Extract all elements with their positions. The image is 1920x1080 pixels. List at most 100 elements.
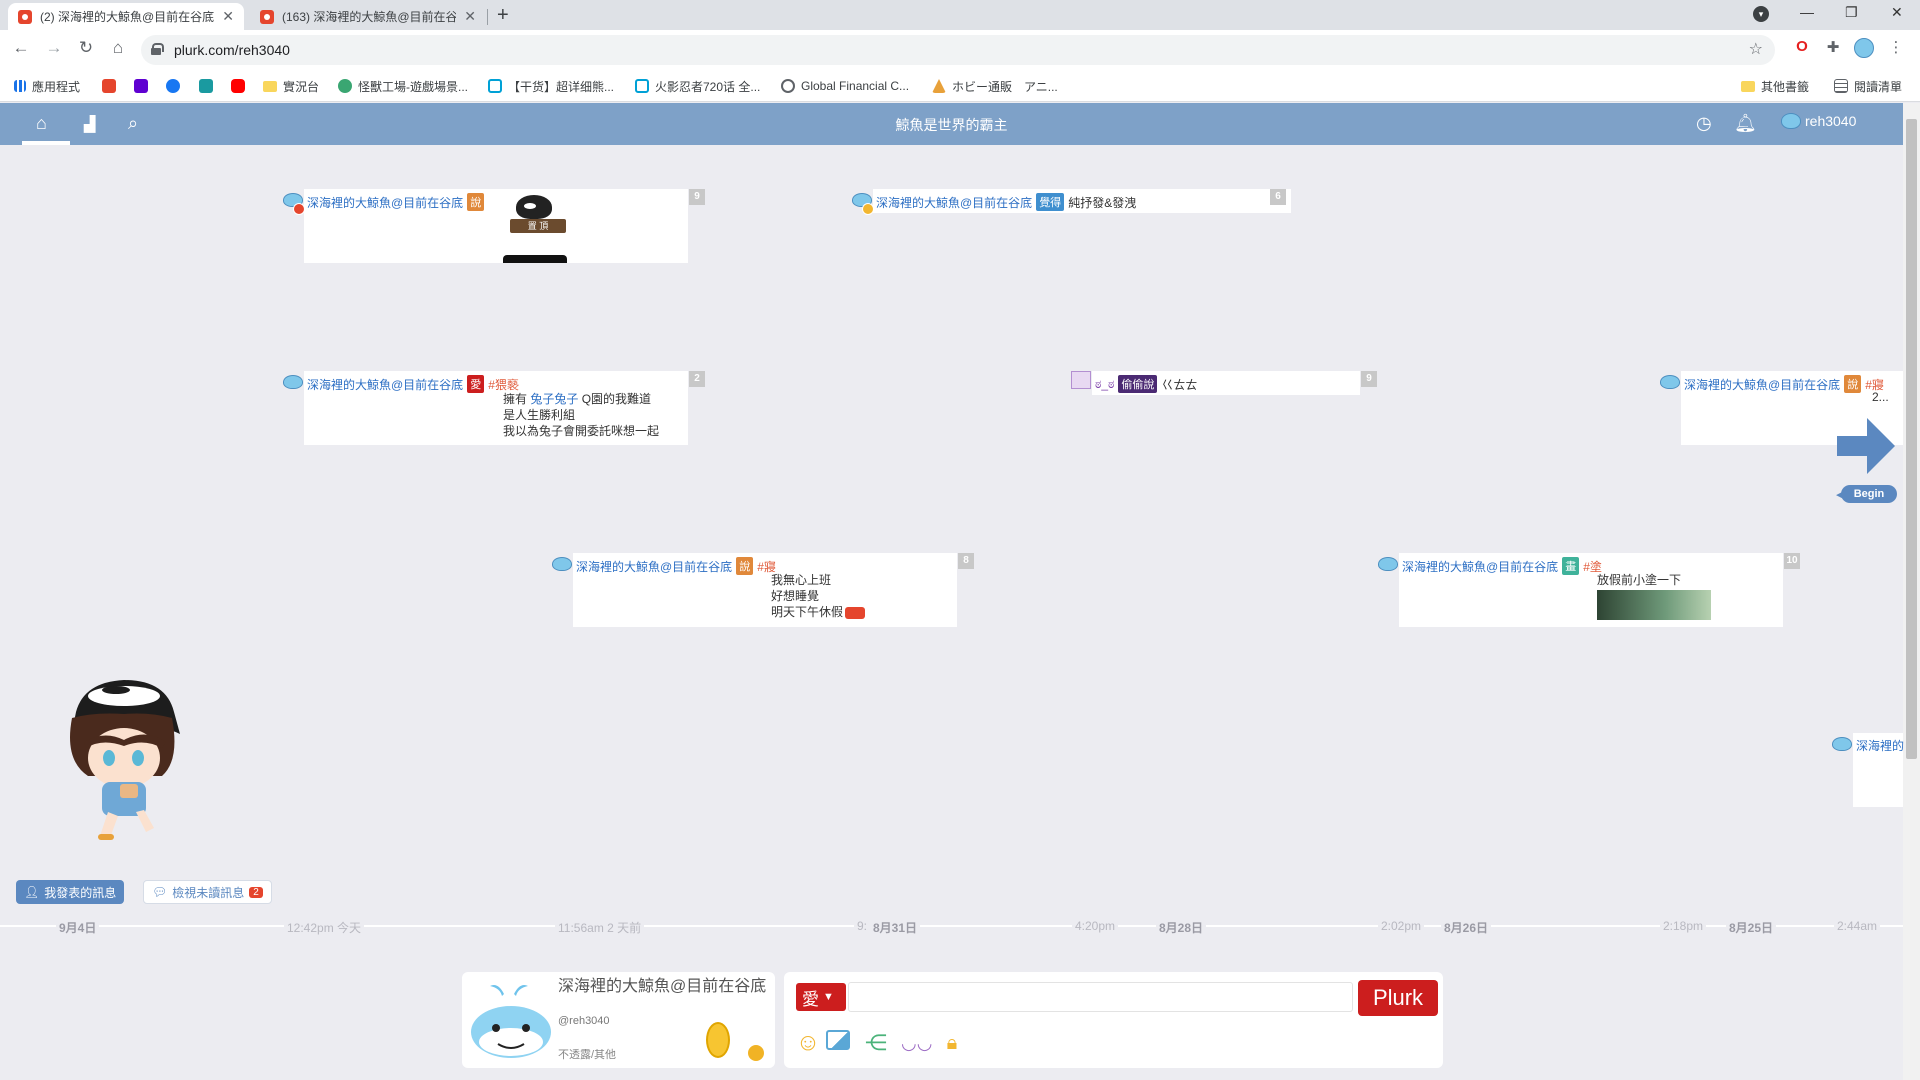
plurk-input[interactable] bbox=[848, 982, 1353, 1012]
plurk-favicon-icon bbox=[260, 9, 274, 24]
begin-button[interactable]: Begin bbox=[1841, 485, 1897, 503]
active-tab-indicator bbox=[22, 141, 70, 145]
avatar[interactable] bbox=[1378, 553, 1398, 571]
bookmark-apps[interactable]: 應用程式 bbox=[14, 78, 80, 94]
clock-icon[interactable]: ◷ bbox=[1696, 113, 1712, 134]
chat-bubble-icon: 💬︎ bbox=[152, 885, 168, 899]
mask-icon[interactable]: ◡◡ bbox=[901, 1029, 932, 1057]
bookmark-hobby[interactable]: ホビー通販 アニ... bbox=[932, 78, 1058, 94]
plurk-author[interactable]: 深海裡的大鯨魚@目前在谷底 bbox=[307, 194, 463, 211]
avatar[interactable] bbox=[1071, 371, 1091, 389]
plurk-card[interactable]: 深海裡的大鯨魚@目前在谷底 畫 #塗 放假前小塗一下 bbox=[1399, 553, 1783, 627]
page-scrollbar[interactable] bbox=[1903, 103, 1920, 1080]
axis-time-label: 4:20pm bbox=[1072, 918, 1119, 934]
text-line: 明天下午休假 bbox=[771, 605, 844, 619]
back-icon[interactable]: ← bbox=[10, 38, 32, 58]
bell-icon[interactable]: 🔔︎ bbox=[1734, 113, 1757, 134]
pinned-sign-text: 置 頂 bbox=[510, 219, 566, 233]
tab-search-icon[interactable]: ▾ bbox=[1753, 6, 1769, 22]
plurk-icon bbox=[102, 79, 116, 93]
avatar[interactable] bbox=[552, 553, 572, 571]
close-tab-icon[interactable]: ✕ bbox=[464, 8, 476, 25]
reading-list-icon bbox=[1834, 79, 1848, 93]
avatar[interactable] bbox=[1660, 371, 1680, 389]
share-icon[interactable]: ⋲ bbox=[862, 1029, 890, 1057]
plurk-header: ⌂ ▟ ⌕ 鯨魚是世界的霸主 ◷ 🔔︎ reh3040 bbox=[0, 103, 1903, 145]
plurk-card[interactable]: 深海裡的 bbox=[1853, 733, 1904, 807]
restore-icon[interactable]: ❐ bbox=[1845, 4, 1858, 21]
plurk-card[interactable]: 深海裡的大鯨魚@目前在谷底 覺得 純抒發&發洩 bbox=[873, 189, 1291, 213]
browser-toolbar: ← → ↻ ⌂ plurk.com/reh3040 ☆ O ✚ ⋮ bbox=[0, 30, 1920, 70]
axis-time-label: 12:42pm 今天 bbox=[284, 918, 365, 937]
plurk-author[interactable]: 深海裡的大鯨魚@目前在谷底 bbox=[1402, 558, 1558, 575]
axis-time-label: 2:44am bbox=[1834, 918, 1881, 934]
yahoo-icon bbox=[134, 79, 148, 93]
image-icon[interactable] bbox=[824, 1029, 852, 1057]
plurk-author[interactable]: 深海裡的大鯨魚@目前在谷底 bbox=[307, 376, 463, 393]
bookmark-bilibili-2[interactable]: 火影忍者720话 全... bbox=[635, 78, 760, 94]
my-posts-button[interactable]: 👤︎ 我發表的訊息 bbox=[16, 880, 125, 904]
emoji-icon[interactable]: ☺ bbox=[794, 1029, 822, 1057]
plurk-card[interactable]: 深海裡的大鯨魚@目前在谷底 說 置 頂 bbox=[304, 189, 688, 263]
plurk-author[interactable]: 深海裡的大鯨魚@目前在谷底 bbox=[876, 194, 1032, 211]
browser-tab-1[interactable]: (2) 深海裡的大鯨魚@目前在谷底 ✕ bbox=[8, 3, 244, 30]
plurk-card[interactable]: 深海裡的大鯨魚@目前在谷底 說 #寢 我無心上班 好想睡覺 明天下午休假 bbox=[573, 553, 957, 627]
minimize-icon[interactable]: — bbox=[1800, 4, 1814, 20]
bookmark-youtube[interactable] bbox=[231, 78, 251, 94]
home-icon[interactable]: ⌂ bbox=[107, 38, 129, 58]
plurk-author[interactable]: 深海裡的 bbox=[1856, 737, 1904, 754]
user-menu[interactable]: reh3040 bbox=[1781, 113, 1856, 129]
bookmark-folder-live[interactable]: 實況台 bbox=[263, 78, 319, 94]
bookmark-label: 【干货】超详细熊... bbox=[508, 79, 615, 94]
response-count: 8 bbox=[958, 553, 974, 569]
close-window-icon[interactable]: ✕ bbox=[1891, 4, 1903, 21]
bookmark-reading-list[interactable]: 閱讀清單 bbox=[1834, 78, 1902, 94]
chevron-down-icon: ▼ bbox=[823, 991, 834, 1003]
qualifier-select[interactable]: 愛 ▼ bbox=[796, 983, 846, 1011]
apps-grid-icon bbox=[14, 80, 26, 92]
bookmark-bilibili-1[interactable]: 【干货】超详细熊... bbox=[488, 78, 614, 94]
plurk-tag[interactable]: #猥褻 bbox=[488, 376, 519, 393]
bookmark-tw[interactable] bbox=[199, 78, 219, 94]
avatar[interactable] bbox=[1832, 733, 1852, 751]
avatar[interactable] bbox=[283, 371, 303, 389]
profile-avatar-whale[interactable] bbox=[468, 980, 554, 1060]
my-posts-label: 我發表的訊息 bbox=[44, 885, 117, 900]
bookmark-facebook[interactable] bbox=[166, 78, 186, 94]
browser-menu-icon[interactable]: ⋮ bbox=[1886, 38, 1906, 58]
game-icon bbox=[338, 79, 352, 93]
address-bar[interactable]: plurk.com/reh3040 ☆ bbox=[141, 35, 1775, 65]
lock-icon bbox=[151, 43, 164, 55]
plurk-card[interactable]: ಠ_ಠ 偷偷說 巜ㄊㄊ bbox=[1092, 371, 1360, 395]
bookmark-monster-factory[interactable]: 怪獸工場-遊戲場景... bbox=[338, 78, 468, 94]
profile-avatar-icon[interactable] bbox=[1854, 38, 1874, 58]
mention-link[interactable]: 兔子兔子 bbox=[530, 392, 578, 406]
plurk-author[interactable]: 深海裡的大鯨魚@目前在谷底 bbox=[576, 558, 732, 575]
bookmark-yahoo[interactable] bbox=[134, 78, 154, 94]
profile-display-name[interactable]: 深海裡的大鯨魚@目前在谷底 bbox=[558, 978, 768, 996]
view-unread-button[interactable]: 💬︎ 檢視未讀訊息 2 bbox=[143, 880, 272, 904]
pinned-sticker-image: 置 頂 bbox=[502, 193, 580, 233]
plurk-card[interactable]: 深海裡的大鯨魚@目前在谷底 愛 #猥褻 擁有 兔子兔子 Q園的我難道 是人生勝利… bbox=[304, 371, 688, 445]
image-thumbnail[interactable] bbox=[1597, 590, 1711, 620]
bookmark-star-icon[interactable]: ☆ bbox=[1749, 39, 1763, 59]
forward-icon[interactable]: → bbox=[43, 38, 65, 58]
new-tab-icon[interactable]: + bbox=[497, 4, 509, 27]
plurk-submit-button[interactable]: Plurk bbox=[1358, 980, 1438, 1016]
extensions-puzzle-icon[interactable]: ✚ bbox=[1823, 38, 1843, 58]
plurk-author[interactable]: 深海裡的大鯨魚@目前在谷底 bbox=[1684, 376, 1840, 393]
browser-tab-2[interactable]: (163) 深海裡的大鯨魚@目前在谷 ✕ bbox=[250, 3, 486, 30]
bookmark-global-financial[interactable]: Global Financial C... bbox=[781, 78, 909, 94]
plurk-author[interactable]: ಠ_ಠ bbox=[1095, 377, 1114, 392]
reload-icon[interactable]: ↻ bbox=[75, 38, 97, 58]
scroll-right-arrow-icon[interactable] bbox=[1837, 418, 1895, 474]
bookmark-other[interactable]: 其他書籤 bbox=[1741, 78, 1809, 94]
tab-separator bbox=[487, 9, 488, 25]
close-tab-icon[interactable]: ✕ bbox=[222, 8, 234, 25]
opera-extension-icon[interactable]: O bbox=[1792, 38, 1812, 58]
scrollbar-thumb[interactable] bbox=[1906, 119, 1917, 759]
lock-icon[interactable]: 🔒︎ bbox=[938, 1029, 966, 1057]
karma-badge-icon[interactable] bbox=[706, 1022, 730, 1058]
bookmark-plurk[interactable] bbox=[102, 78, 122, 94]
text-line: 擁有 bbox=[503, 392, 528, 406]
